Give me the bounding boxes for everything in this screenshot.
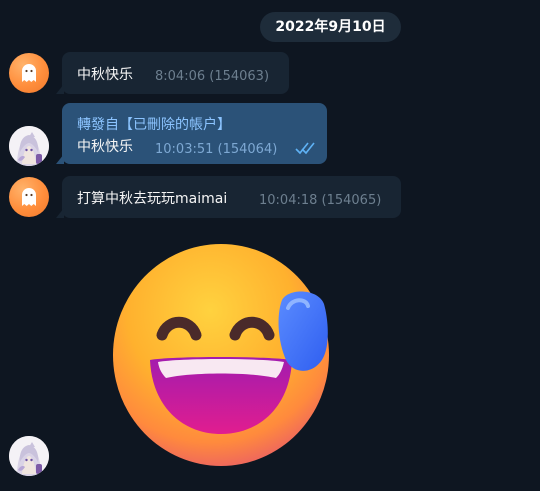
forwarded-from-label[interactable]: 轉發自【已刪除的帳户】 <box>77 114 231 134</box>
message-bubble[interactable]: 轉發自【已刪除的帳户】 中秋快乐 10:03:51 (154064) <box>56 103 327 164</box>
anime-avatar <box>9 126 49 166</box>
message-bubble[interactable]: 打算中秋去玩玩maimai 10:04:18 (154065) <box>56 176 401 218</box>
chat-view: 2022年9月10日 中秋快乐 8:04:06 (154063) 轉發自【已刪除… <box>0 0 540 491</box>
message-bubble[interactable]: 中秋快乐 8:04:06 (154063) <box>56 52 289 94</box>
ghost-icon <box>22 188 36 206</box>
message-text: 中秋快乐 <box>77 67 133 83</box>
grinning-sweat-emoji[interactable] <box>110 238 332 468</box>
avatar[interactable] <box>9 436 49 476</box>
ghost-icon <box>22 64 36 82</box>
message-time: 8:04:06 (154063) <box>155 69 270 84</box>
avatar[interactable] <box>9 177 49 217</box>
message-time: 10:03:51 (154064) <box>155 142 278 157</box>
message-text: 打算中秋去玩玩maimai <box>77 191 228 207</box>
avatar[interactable] <box>9 126 49 166</box>
message-time: 10:04:18 (154065) <box>259 193 382 208</box>
read-check-icon <box>295 141 317 159</box>
date-divider: 2022年9月10日 <box>260 12 401 42</box>
anime-avatar <box>9 436 49 476</box>
message-text: 中秋快乐 <box>77 139 133 155</box>
avatar[interactable] <box>9 53 49 93</box>
